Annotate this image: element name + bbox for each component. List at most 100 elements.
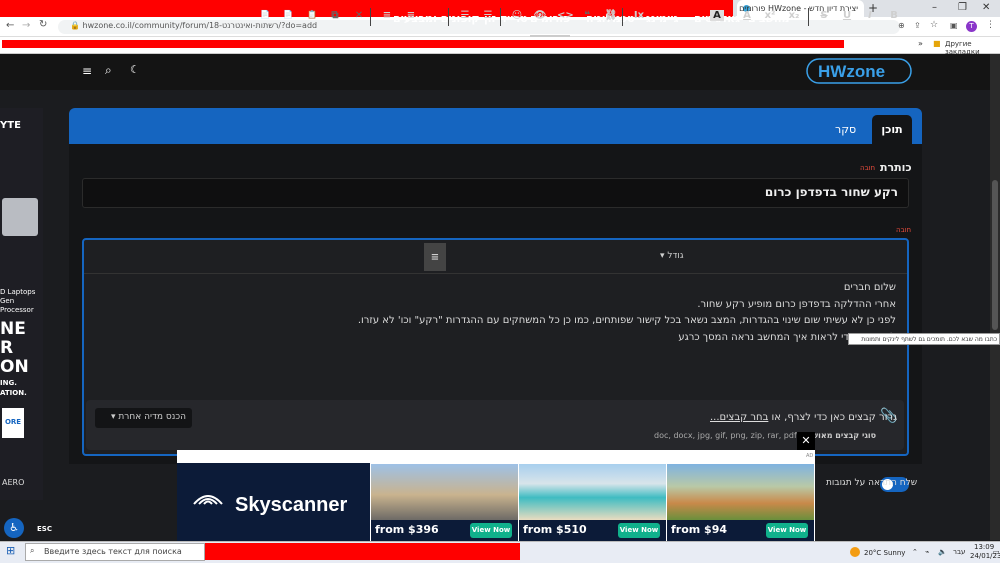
view-now-button[interactable]: View Now [470,523,512,538]
accessibility-icon[interactable]: ♿ [4,518,24,538]
body-line: אחרי ההדלקה בדפדפן כרום מופיע רקע שחור. [697,298,896,310]
side-ad-headline: R [0,338,14,358]
clear-format-button[interactable]: Ix [632,10,646,21]
tab-poll[interactable]: סקר [835,123,856,136]
bg-color-button[interactable]: A [710,10,724,21]
tab-content[interactable]: תוכן [872,115,912,144]
redacted-bookmarks [2,40,844,48]
toolbar-divider [370,8,371,26]
side-ad-headline: NE [0,319,26,339]
share-icon[interactable]: ⇪ [914,21,921,30]
nav-gaming[interactable]: גיימינג [646,12,679,25]
minimize-button[interactable]: – [932,2,937,13]
body-line: לחצו כאן כדי לראות איך המחשב נראה המסך כ… [678,331,896,343]
folder-icon: ■ [933,39,941,48]
weather-text[interactable]: 20°C Sunny [864,549,905,557]
redacted-taskbar-apps [205,543,520,560]
side-ad-line: D Laptops [0,288,36,296]
preview-button[interactable]: 👁 [533,10,547,21]
subscript-button[interactable]: x₂ [787,10,801,21]
attachment-dropzone[interactable] [86,400,904,450]
skyscanner-logo-icon: Skyscanner [193,494,348,516]
reload-icon[interactable]: ↻ [39,19,47,30]
close-window-button[interactable]: ✕ [982,2,990,13]
link-button[interactable]: ⛓ [604,10,618,21]
view-now-button[interactable]: View Now [618,523,660,538]
copy-button[interactable]: ⧉ [328,10,342,21]
paste-button[interactable]: 📋 [305,10,319,19]
sidepanel-icon[interactable]: ▣ [950,21,958,30]
dark-mode-icon[interactable]: ☾ [130,63,140,76]
side-ad-line: Gen [0,297,15,305]
notify-label: שלח התראה על תגובות [826,478,918,488]
bookmark-star-icon[interactable]: ☆ [930,20,938,30]
ad-price-text: from $510 [523,523,587,536]
scrollbar-thumb[interactable] [992,180,998,330]
language-indicator[interactable]: עבר [953,548,965,556]
esc-label: ESC [37,525,52,533]
side-ad-headline: ON [0,357,29,377]
ad-brand-panel: Skyscanner [177,463,370,541]
font-size-select[interactable]: גודל ▾ [660,251,684,261]
underline-button[interactable]: U [840,10,854,21]
title-label: כותרת [880,161,912,174]
tray-chevron-icon[interactable]: ⌃ [912,548,918,556]
ad-tag: AD [806,453,814,459]
align-center-button[interactable]: ≡ [404,10,418,21]
menu-hamburger-icon[interactable]: ≡ [82,64,92,78]
search-icon[interactable]: ⌕ [105,63,112,78]
windows-start-icon[interactable]: ⊞ [6,544,15,557]
content-required-badge: חובה [896,226,912,234]
side-ad[interactable]: YTE D Laptops Gen Processor NE R ON ING.… [0,108,43,500]
lock-icon: 🔒 [70,21,80,30]
forward-icon[interactable]: → [22,20,30,31]
weather-sun-icon [850,547,860,557]
volume-icon[interactable]: 🔈 [938,548,947,556]
form-top-gap [69,90,922,108]
paste-word-button[interactable]: 📄 [258,10,272,19]
clock-time[interactable]: 13:09 [974,543,994,551]
editor-toolbar [84,240,907,274]
hwzone-logo[interactable]: HWzone [806,58,912,84]
italic-button[interactable]: I [863,10,877,21]
numbered-list-button[interactable]: ☰ [458,10,472,21]
attach-prompt: גרור קבצים כאן כדי לצרף, או בחר קבצים... [710,412,897,423]
notifications-icon[interactable]: ▭ [993,548,1000,556]
font-color-button[interactable]: A [740,10,754,21]
toolbar-divider [808,8,809,26]
side-ad-line: Processor [0,306,34,314]
view-now-button[interactable]: View Now [766,523,808,538]
editor-body[interactable]: שלום חברים אחרי ההדלקה בדפדפן כרום מופיע… [100,280,896,346]
zoom-icon[interactable]: ⊕ [898,21,905,30]
taskbar-search[interactable]: ⌕ Введите здесь текст для поиска [25,543,205,561]
network-icon[interactable]: ⌁ [925,548,929,556]
superscript-button[interactable]: x² [763,10,777,21]
quote-button[interactable]: ❝ [580,10,594,21]
emoji-button[interactable]: ☺ [510,10,524,21]
editor-tabs-bar [69,108,922,144]
choose-files-link[interactable]: בחר קבצים... [710,412,768,423]
back-icon[interactable]: ← [6,20,14,31]
side-ad-line: ING. [0,379,17,387]
ad-close-button[interactable]: ✕ [797,432,815,450]
ad-brand-text: Skyscanner [235,494,348,516]
align-right-button[interactable]: ≡ [424,243,446,271]
insert-media-button[interactable]: הכנס מדיה אחרת ▾ [95,408,192,428]
restore-button[interactable]: ❐ [958,2,967,13]
profile-avatar[interactable]: T [966,21,977,32]
cut-button[interactable]: ✕ [352,10,366,21]
title-input[interactable]: רקע שחור בדפדפן כרום [82,178,909,208]
ad-city-image-newyork [371,464,518,520]
toolbar-divider [448,8,449,26]
align-left-button[interactable]: ≡ [380,10,394,21]
code-button[interactable]: <> [557,10,574,21]
ad-price-text: from $94 [671,523,728,536]
strike-button[interactable]: S [817,10,831,21]
paste-text-button[interactable]: 📄 [281,10,295,19]
bold-button[interactable]: B [887,10,901,21]
menu-dots-icon[interactable]: ⋮ [986,20,995,30]
taskbar-search-icon: ⌕ [30,546,35,555]
bookmarks-overflow[interactable]: » [918,39,923,48]
bullet-list-button[interactable]: ☰ [481,10,495,21]
ad-city-image-miami [519,464,666,520]
